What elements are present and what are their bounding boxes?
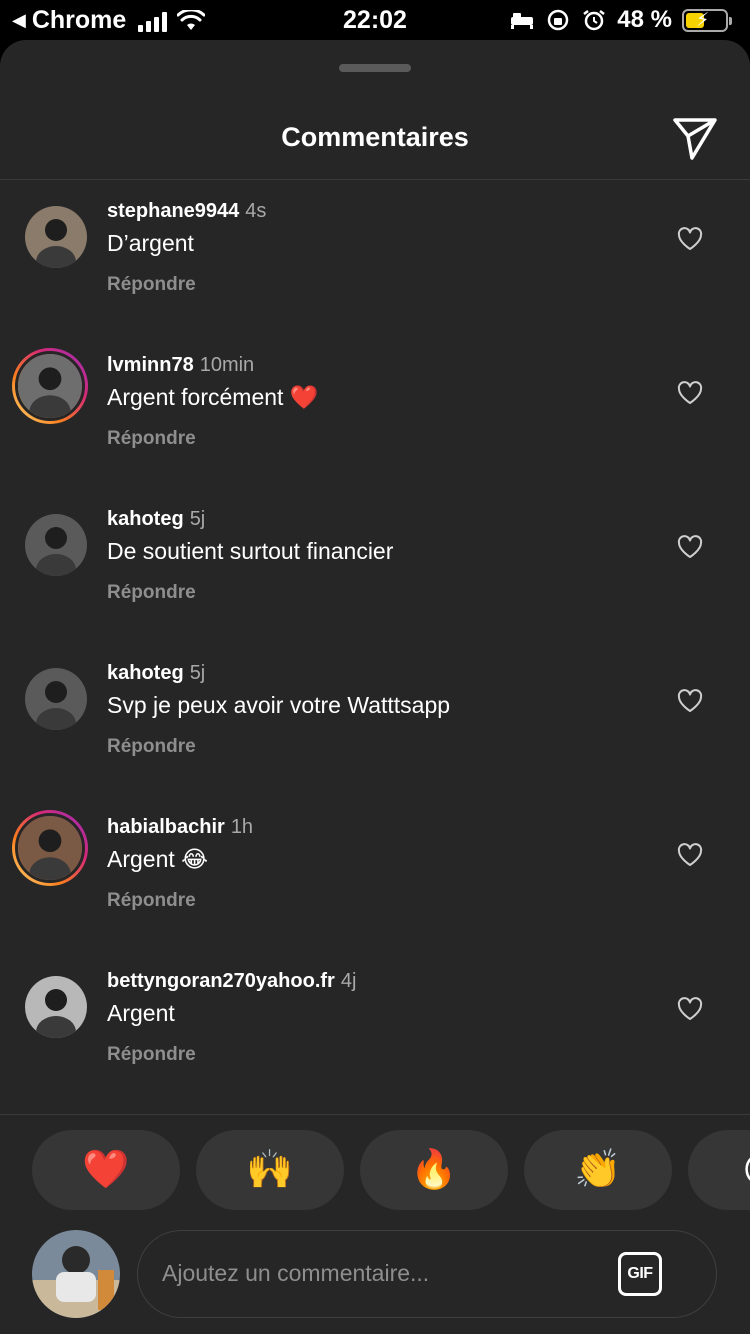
reaction-button[interactable]: ❤️ — [32, 1130, 180, 1210]
comment-item: stephane9944 4s D’argent Répondre — [0, 176, 750, 330]
like-heart-icon[interactable] — [677, 227, 703, 251]
comment-item: kahoteg 5j De soutient surtout financier Ré… — [0, 484, 750, 638]
page-title: Commentaires — [281, 122, 469, 152]
orientation-lock-icon — [548, 9, 569, 31]
comment-item: habialbachir 1h Argent 😂 Répondre — [0, 792, 750, 946]
comment-composer: GIF — [137, 1230, 717, 1318]
reaction-button[interactable]: 👏 — [524, 1130, 672, 1210]
battery-percent: 48 % — [617, 6, 672, 33]
comment-meta: lvminn78 10min — [107, 354, 254, 377]
comment-text: Svp je peux avoir votre Watttsapp — [107, 692, 451, 718]
avatar[interactable] — [12, 348, 88, 424]
reply-button[interactable]: Répondre — [107, 274, 196, 296]
comment-meta: stephane9944 4s — [107, 200, 266, 223]
avatar[interactable] — [12, 810, 88, 886]
gif-button[interactable]: GIF — [618, 1252, 662, 1296]
avatar[interactable] — [25, 514, 87, 576]
comment-timestamp: 4j — [340, 970, 357, 992]
comment-timestamp: 4s — [245, 200, 267, 222]
comment-meta: kahoteg 5j — [107, 662, 205, 685]
comment-username[interactable]: kahoteg — [107, 508, 184, 530]
sheet-grabber[interactable] — [339, 64, 411, 72]
reply-button[interactable]: Répondre — [107, 736, 196, 758]
like-heart-icon[interactable] — [677, 381, 703, 405]
reply-button[interactable]: Répondre — [107, 1044, 196, 1066]
comment-timestamp: 5j — [189, 662, 206, 684]
comment-text: Argent 😂 — [107, 846, 209, 872]
comment-text: De soutient surtout financier — [107, 538, 394, 564]
battery-icon: ⚡ — [682, 8, 732, 32]
alarm-icon — [583, 10, 606, 31]
reply-button[interactable]: Répondre — [107, 428, 196, 450]
like-heart-icon[interactable] — [677, 997, 703, 1021]
comment-item: lvminn78 10min Argent forcément ❤️ Répondre — [0, 330, 750, 484]
comment-text: D’argent — [107, 230, 194, 256]
comment-meta: bettyngoran270yahoo.fr 4j — [107, 970, 356, 993]
reply-button[interactable]: Répondre — [107, 582, 196, 604]
status-bar: ◀ Chrome 22:02 48 % ⚡ — [0, 0, 750, 42]
comment-timestamp: 10min — [199, 354, 255, 376]
reaction-button[interactable]: 😢 — [688, 1130, 750, 1210]
avatar[interactable] — [25, 668, 87, 730]
comment-meta: kahoteg 5j — [107, 508, 205, 531]
comment-meta: habialbachir 1h — [107, 816, 253, 839]
comment-timestamp: 5j — [189, 508, 206, 530]
comment-input[interactable] — [162, 1231, 602, 1316]
charging-icon: ⚡ — [696, 9, 710, 31]
comment-username[interactable]: stephane9944 — [107, 200, 239, 222]
reaction-button[interactable]: 🙌 — [196, 1130, 344, 1210]
divider — [0, 1114, 750, 1115]
sheet-header: Commentaires — [0, 100, 750, 180]
comment-item: bettyngoran270yahoo.fr 4j Argent Répondre — [0, 946, 750, 1100]
comment-text: Argent — [107, 1000, 175, 1026]
sleep-icon — [511, 13, 534, 29]
share-icon[interactable] — [670, 112, 720, 162]
comment-timestamp: 1h — [230, 816, 254, 838]
like-heart-icon[interactable] — [677, 843, 703, 867]
comment-username[interactable]: lvminn78 — [107, 354, 194, 376]
avatar — [32, 1230, 120, 1318]
reply-button[interactable]: Répondre — [107, 890, 196, 912]
quick-reactions-bar: ❤️🙌🔥👏😢 — [32, 1130, 750, 1210]
comment-username[interactable]: habialbachir — [107, 816, 225, 838]
comment-username[interactable]: bettyngoran270yahoo.fr — [107, 970, 335, 992]
avatar[interactable] — [25, 976, 87, 1038]
comment-text: Argent forcément ❤️ — [107, 384, 319, 410]
comment-username[interactable]: kahoteg — [107, 662, 184, 684]
comment-item: kahoteg 5j Svp je peux avoir votre Watttsa… — [0, 638, 750, 792]
like-heart-icon[interactable] — [677, 689, 703, 713]
comments-sheet: Commentaires stephane9944 4s D’argent Répon… — [0, 40, 750, 1334]
like-heart-icon[interactable] — [677, 535, 703, 559]
reaction-button[interactable]: 🔥 — [360, 1130, 508, 1210]
avatar[interactable] — [25, 206, 87, 268]
